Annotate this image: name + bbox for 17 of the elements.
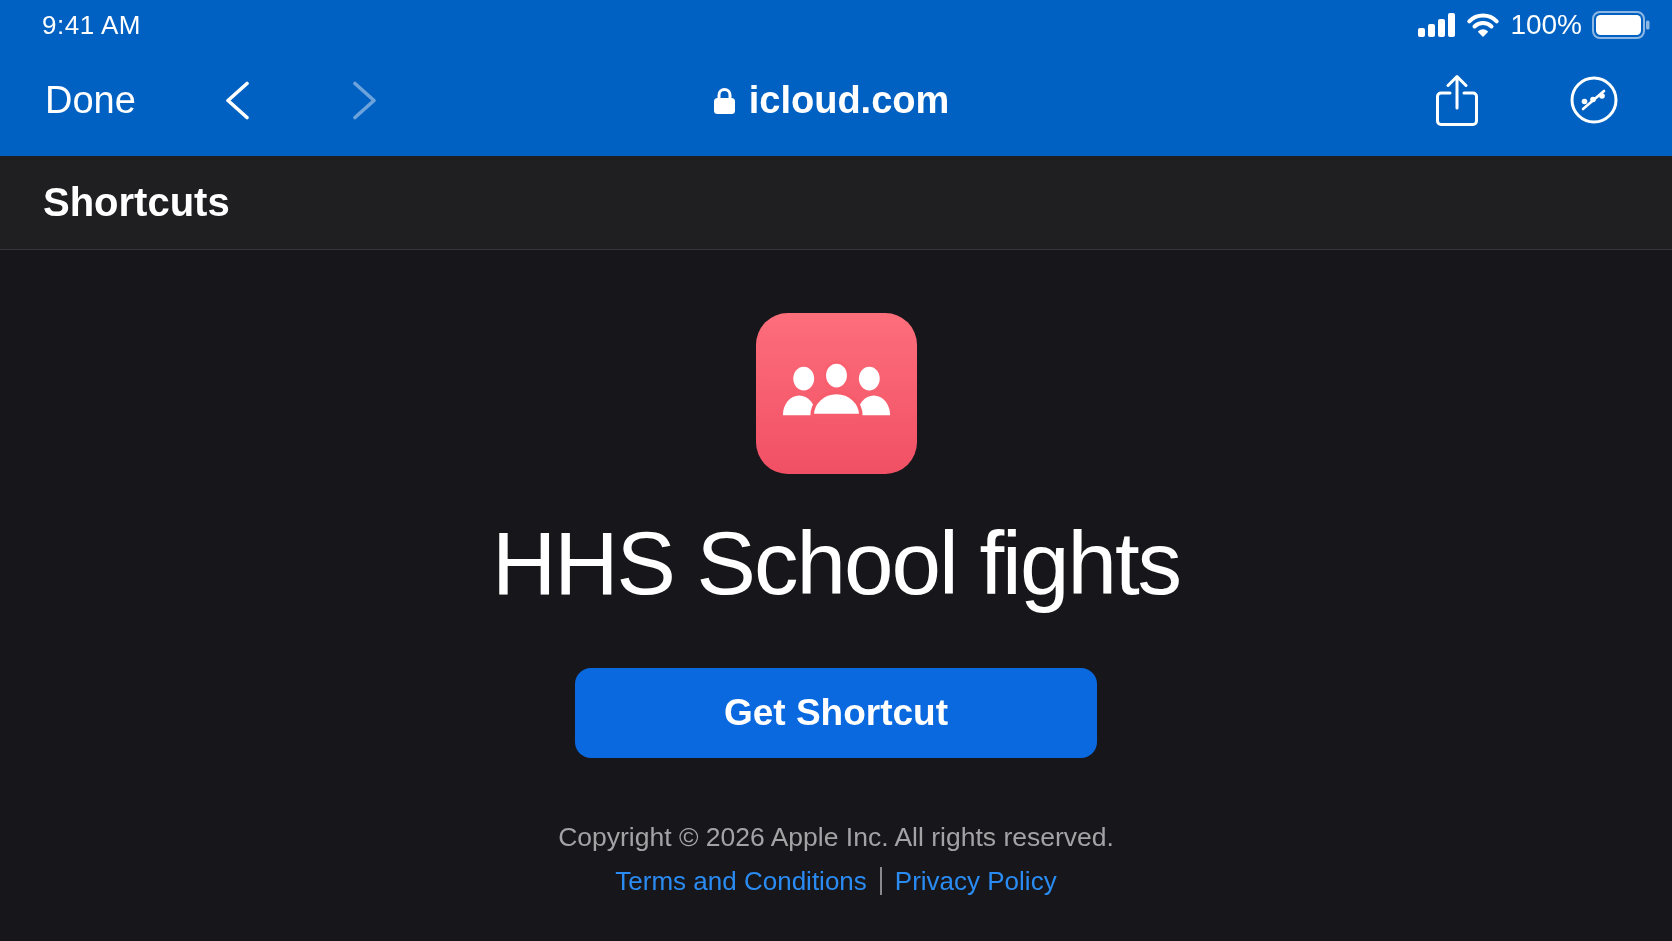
footer-link[interactable]: Terms and Conditions: [615, 865, 867, 898]
battery-percent: 100%: [1510, 9, 1582, 41]
page-title: Shortcuts: [43, 180, 230, 225]
status-time: 9:41 AM: [42, 9, 141, 41]
done-button[interactable]: Done: [45, 78, 136, 122]
chevron-left-icon[interactable]: [224, 80, 250, 120]
wifi-icon: [1466, 13, 1501, 37]
get-shortcut-button[interactable]: Get Shortcut: [575, 668, 1097, 759]
people-group-icon: [755, 313, 917, 474]
share-icon[interactable]: [1436, 74, 1478, 126]
signal-icon: [1418, 13, 1457, 37]
dots-circle-icon[interactable]: [1570, 76, 1618, 124]
shortcut-title: HHS School fights: [491, 512, 1181, 615]
url-text[interactable]: icloud.com: [748, 78, 950, 122]
copyright-text: Copyright © 2026 Apple Inc. All rights reserved.: [558, 821, 1114, 854]
battery-icon: [1592, 11, 1650, 39]
footer-link[interactable]: Privacy Policy: [894, 865, 1057, 898]
